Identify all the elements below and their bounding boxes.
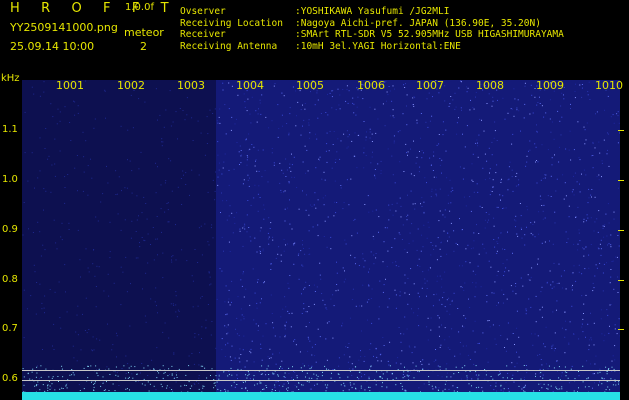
y-label-0.7: 0.7 — [2, 323, 18, 334]
info-row-receiver: Receiver:SMArt RTL-SDR V5 52.905MHz USB … — [180, 29, 564, 40]
x-label-1009: 1009 — [536, 79, 564, 92]
right-tick — [618, 130, 624, 131]
info-row-observer: Ovserver:YOSHIKAWA Yasufumi /JG2MLI — [180, 6, 450, 17]
app-version: 1.0.0f — [125, 2, 154, 13]
header-panel: H R O F F T 1.0.0f YY2509141000.png 25.0… — [0, 0, 629, 80]
x-label-1007: 1007 — [416, 79, 444, 92]
y-axis-unit: kHz — [1, 73, 20, 84]
spectrogram-plot — [22, 80, 620, 400]
x-label-1003: 1003 — [177, 79, 205, 92]
x-label-1010: 1010 — [595, 79, 623, 92]
baseline-signal — [22, 392, 620, 400]
right-tick — [618, 280, 624, 281]
file-name: YY2509141000.png — [10, 21, 118, 34]
noise-layer — [22, 80, 620, 393]
x-label-1006: 1006 — [357, 79, 385, 92]
x-label-1005: 1005 — [296, 79, 324, 92]
reference-line-lower — [22, 380, 620, 381]
station-info: Ovserver:YOSHIKAWA Yasufumi /JG2MLI Rece… — [180, 6, 564, 52]
meteor-label: meteor — [124, 26, 164, 39]
date-time: 25.09.14 10:00 — [10, 40, 95, 53]
x-label-1008: 1008 — [476, 79, 504, 92]
y-label-1.0: 1.0 — [2, 174, 18, 185]
y-label-0.6: 0.6 — [2, 373, 18, 384]
right-tick — [618, 329, 624, 330]
info-row-antenna: Receiving Antenna:10mH 3el.YAGI Horizont… — [180, 40, 461, 52]
y-label-0.9: 0.9 — [2, 224, 18, 235]
info-row-location: Receiving Location:Nagoya Aichi-pref. JA… — [180, 17, 541, 29]
y-label-1.1: 1.1 — [2, 124, 18, 135]
x-label-1002: 1002 — [117, 79, 145, 92]
right-tick — [618, 180, 624, 181]
x-label-1001: 1001 — [56, 79, 84, 92]
meteor-count: 2 — [140, 40, 147, 53]
x-label-1004: 1004 — [236, 79, 264, 92]
y-label-0.8: 0.8 — [2, 274, 18, 285]
reference-line-upper — [22, 370, 620, 371]
right-tick — [618, 230, 624, 231]
